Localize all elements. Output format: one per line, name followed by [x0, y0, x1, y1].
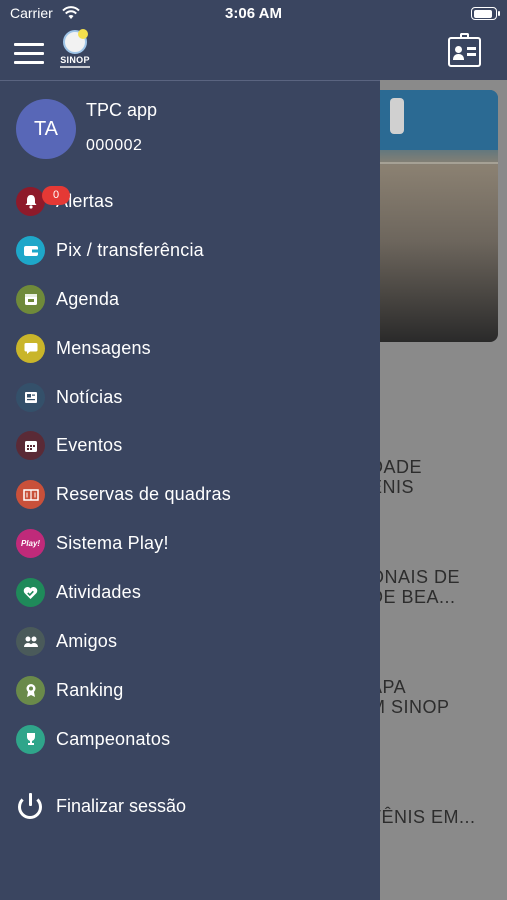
menu-item-noticias[interactable]: Notícias — [0, 373, 380, 422]
status-bar: Carrier 3:06 AM — [0, 0, 507, 28]
menu-item-mensagens[interactable]: Mensagens — [0, 324, 380, 373]
app-bar: SINOP — [0, 28, 507, 80]
profile-id: 000002 — [86, 137, 143, 154]
club-logo: SINOP — [58, 29, 92, 74]
tennis-ball-icon — [63, 29, 88, 54]
menu-item-atividades[interactable]: Atividades — [0, 568, 380, 617]
clock: 3:06 AM — [225, 5, 282, 22]
menu-item-label: Sistema Play! — [56, 533, 169, 554]
power-icon — [18, 793, 44, 819]
menu-item-label: Mensagens — [56, 337, 151, 358]
profile-name: TPC app — [86, 100, 158, 120]
logout-label: Finalizar sessão — [56, 795, 187, 816]
alert-count-badge: 0 — [42, 185, 70, 205]
play-badge-icon: Play! — [16, 529, 45, 559]
calendar-icon — [16, 284, 45, 314]
menu-item-campeonatos[interactable]: Campeonatos — [0, 715, 380, 764]
menu-item-label: Pix / transferência — [56, 239, 204, 260]
logout-button[interactable]: Finalizar sessão — [0, 784, 380, 828]
news-item[interactable]: TÊNIS EM... — [380, 807, 476, 827]
court-icon — [16, 480, 45, 510]
news-title-line: DE BEA... — [380, 587, 456, 607]
menu-item-sistema-play[interactable]: Play! Sistema Play! — [0, 519, 380, 568]
news-title-line: M SINOP — [380, 697, 450, 717]
menu-item-label: Campeonatos — [56, 728, 171, 749]
menu-item-label: Amigos — [56, 630, 118, 651]
heart-check-icon — [16, 578, 45, 608]
avatar: TA — [16, 99, 76, 159]
news-title-line: ÊNIS — [380, 477, 415, 497]
hero-image — [380, 90, 498, 342]
news-item[interactable]: DADE ÊNIS — [380, 457, 422, 497]
menu-item-label: Notícias — [56, 386, 123, 407]
menu-item-eventos[interactable]: Eventos — [0, 421, 380, 470]
chat-icon — [16, 333, 45, 363]
bell-icon: 0 — [16, 185, 70, 216]
logo-text: SINOP — [60, 55, 90, 65]
drawer-menu: 0 Alertas Pix / transferência Agenda Men… — [0, 177, 380, 764]
background-feed: DADE ÊNIS ONAIS DE DE BEA... APA M SINOP… — [380, 80, 507, 900]
menu-item-ranking[interactable]: Ranking — [0, 666, 380, 715]
news-item[interactable]: ONAIS DE DE BEA... — [380, 567, 460, 607]
wallet-icon — [16, 235, 45, 265]
battery-icon — [471, 7, 500, 20]
news-title-line: APA — [380, 677, 407, 697]
hamburger-menu-icon[interactable] — [14, 43, 44, 67]
menu-item-label: Ranking — [56, 679, 124, 700]
news-item[interactable]: APA M SINOP — [380, 677, 450, 717]
newspaper-icon — [16, 382, 45, 412]
friends-icon — [16, 626, 45, 656]
menu-item-amigos[interactable]: Amigos — [0, 617, 380, 666]
play-badge-text: Play! — [20, 539, 41, 549]
menu-item-alertas[interactable]: 0 Alertas — [0, 177, 380, 226]
medal-icon — [16, 675, 45, 705]
news-title-line: TÊNIS EM... — [380, 807, 476, 827]
trophy-icon — [16, 724, 45, 754]
menu-item-label: Agenda — [56, 288, 120, 309]
menu-item-agenda[interactable]: Agenda — [0, 275, 380, 324]
menu-item-pix[interactable]: Pix / transferência — [0, 226, 380, 275]
menu-item-label: Reservas de quadras — [56, 484, 231, 505]
event-calendar-icon — [16, 431, 45, 461]
menu-item-label: Eventos — [56, 435, 123, 456]
news-title-line: DADE — [380, 457, 423, 477]
menu-item-label: Atividades — [56, 582, 142, 603]
member-card-icon[interactable] — [448, 33, 481, 67]
news-title-line: ONAIS DE — [380, 567, 461, 587]
menu-item-reservas[interactable]: Reservas de quadras — [0, 470, 380, 519]
navigation-drawer: TA TPC app 000002 0 Alertas Pix / transf… — [0, 80, 380, 900]
